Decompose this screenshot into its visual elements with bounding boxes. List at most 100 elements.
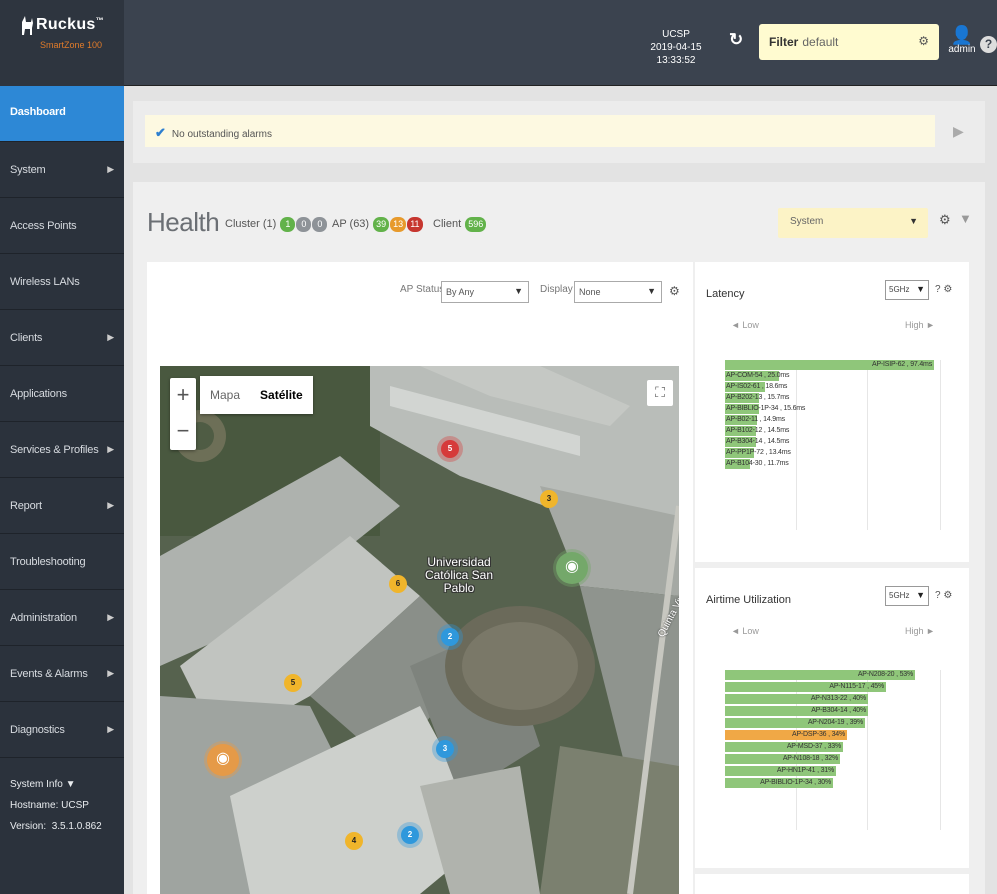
chevron-right-icon: ▶ <box>107 668 114 678</box>
version-value: 3.5.1.0.862 <box>51 821 102 832</box>
chart-bar-label: AP-DSP-36 , 34% <box>791 731 845 738</box>
ap-cluster-marker[interactable]: 3 <box>540 490 558 508</box>
sidebar-item-label: Diagnostics <box>10 723 65 736</box>
display-select[interactable]: None ▼ <box>574 281 662 303</box>
filter-icon[interactable]: ▼ <box>959 211 972 226</box>
chart-bar-label: AP-ISIP-62 , 97.4ms <box>871 361 932 368</box>
ap-cluster-marker[interactable]: 5 <box>284 674 302 692</box>
gear-icon[interactable]: ⚙ <box>943 590 952 601</box>
ap-offline-badge[interactable]: 11 <box>407 217 423 232</box>
sidebar-item-wireless-lans[interactable]: Wireless LANs <box>0 254 124 310</box>
sidebar-item-access-points[interactable]: Access Points <box>0 198 124 254</box>
user-menu[interactable]: 👤 admin <box>948 26 976 55</box>
ap-status-select[interactable]: By Any ▼ <box>441 281 529 303</box>
chart-bar-label: AP-N313-22 , 40% <box>810 695 866 702</box>
sidebar-item-applications[interactable]: Applications <box>0 366 124 422</box>
chart-actions: ? ⚙ <box>935 284 952 295</box>
sidebar-item-clients[interactable]: Clients ▶ <box>0 310 124 366</box>
expand-arrow-icon[interactable]: ▶ <box>953 123 964 140</box>
sidebar-item-events-alarms[interactable]: Events & Alarms ▶ <box>0 646 124 702</box>
chevron-right-icon: ▶ <box>107 164 114 174</box>
gear-icon[interactable]: ⚙ <box>939 212 951 228</box>
wifi-icon[interactable]: ◉ <box>556 552 588 584</box>
sidebar-item-label: Events & Alarms <box>10 667 88 680</box>
chart-bar-label: AP-B202-13 , 15.7ms <box>726 394 790 401</box>
airtime-band-value: 5GHz <box>889 591 910 600</box>
chevron-right-icon: ▶ <box>107 444 114 454</box>
client-stat[interactable]: Client 596 <box>433 217 487 232</box>
brand-logo[interactable]: Ruckus™ SmartZone 100 <box>0 0 124 86</box>
gridline <box>867 360 868 530</box>
cluster-flagged-badge[interactable]: 0 <box>296 217 312 232</box>
user-icon: 👤 <box>950 25 974 45</box>
health-title: Health <box>147 207 220 237</box>
satellite-map[interactable]: + − Mapa Satélite ⛶ Universidad Católica… <box>160 366 679 894</box>
scope-select[interactable]: System ▼ <box>778 208 928 238</box>
version-row: Version: 3.5.1.0.862 <box>10 821 102 832</box>
system-info-toggle[interactable]: System Info ▼ <box>10 774 114 795</box>
brand-subtitle: SmartZone 100 <box>40 40 103 50</box>
sidebar-item-system[interactable]: System ▶ <box>0 142 124 198</box>
sidebar-item-administration[interactable]: Administration ▶ <box>0 590 124 646</box>
sidebar-item-troubleshooting[interactable]: Troubleshooting <box>0 534 124 590</box>
sidebar-item-label: Access Points <box>10 219 77 232</box>
airtime-bar-chart: AP-N208-20 , 53% AP-N115-17 , 45% AP-N313-… <box>725 670 941 830</box>
sidebar-item-label: Clients <box>10 331 43 344</box>
chart-actions: ? ⚙ <box>935 590 952 601</box>
sidebar-item-diagnostics[interactable]: Diagnostics ▶ <box>0 702 124 758</box>
ap-cluster-marker[interactable]: 5 <box>441 440 459 458</box>
refresh-icon[interactable]: ↻ <box>729 31 747 49</box>
sidebar-item-report[interactable]: Report ▶ <box>0 478 124 534</box>
filter-select[interactable]: Filter default ⚙ <box>759 24 939 60</box>
gear-icon[interactable]: ⚙ <box>669 284 680 298</box>
ap-cluster-marker[interactable]: 4 <box>345 832 363 850</box>
help-icon[interactable]: ? <box>935 590 941 601</box>
ap-cluster-marker[interactable]: 3 <box>436 740 454 758</box>
chart-bar-label: AP-N204-19 , 39% <box>807 719 863 726</box>
ap-flagged-badge[interactable]: 13 <box>390 217 407 232</box>
map-type-toggle: Mapa Satélite <box>200 376 313 414</box>
cluster-online-badge[interactable]: 1 <box>280 217 296 232</box>
latency-band-select[interactable]: 5GHz ▼ <box>885 280 929 300</box>
sidebar-item-label: Dashboard <box>10 106 66 118</box>
ap-cluster-marker[interactable]: 6 <box>389 575 407 593</box>
ruckus-dog-icon <box>22 16 33 35</box>
chevron-right-icon: ▶ <box>107 612 114 622</box>
chevron-right-icon: ▶ <box>107 724 114 734</box>
latency-card: Latency 5GHz ▼ ? ⚙ ◄ Low High ► AP-ISIP-… <box>695 262 969 562</box>
chart-bar-label: AP-COM-54 , 25.0ms <box>726 372 790 379</box>
ap-stat[interactable]: AP (63) 39 13 11 <box>332 217 423 232</box>
help-icon[interactable]: ? <box>980 36 997 53</box>
ap-stat-label: AP (63) <box>332 218 370 230</box>
sidebar-item-dashboard[interactable]: Dashboard <box>0 86 124 142</box>
airtime-band-select[interactable]: 5GHz ▼ <box>885 586 929 606</box>
gear-icon[interactable]: ⚙ <box>918 34 929 48</box>
chevron-down-icon: ▼ <box>916 284 925 294</box>
chart-bar-label: AP-B304-14 , 40% <box>811 707 866 714</box>
display-value: None <box>579 287 601 297</box>
ap-cluster-marker[interactable]: 2 <box>441 628 459 646</box>
hostname-row: Hostname: UCSP <box>10 800 89 811</box>
fullscreen-icon[interactable]: ⛶ <box>647 380 673 406</box>
airtime-card: Airtime Utilization 5GHz ▼ ? ⚙ ◄ Low Hig… <box>695 568 969 868</box>
gridline <box>796 360 797 530</box>
display-label: Display <box>540 284 573 295</box>
zoom-in-button[interactable]: + <box>170 378 196 414</box>
ap-online-badge[interactable]: 39 <box>373 217 390 232</box>
high-label: High ► <box>905 626 935 636</box>
map-type-map[interactable]: Mapa <box>200 376 250 414</box>
help-icon[interactable]: ? <box>935 284 941 295</box>
zoom-out-button[interactable]: − <box>170 414 196 450</box>
ap-cluster-marker[interactable]: 2 <box>401 826 419 844</box>
wifi-icon[interactable]: ◉ <box>207 744 239 776</box>
chart-bar-label: AP-HN1P-41 , 31% <box>776 767 834 774</box>
map-type-satellite[interactable]: Satélite <box>250 376 313 414</box>
sidebar-item-services-profiles[interactable]: Services & Profiles ▶ <box>0 422 124 478</box>
cluster-stat[interactable]: Cluster (1) 100 <box>225 217 328 232</box>
latency-title: Latency <box>706 288 745 300</box>
sidebar-item-label: Troubleshooting <box>10 555 86 568</box>
chevron-down-icon: ▼ <box>647 286 656 296</box>
gear-icon[interactable]: ⚙ <box>943 284 952 295</box>
client-count-badge[interactable]: 596 <box>465 217 487 232</box>
cluster-offline-badge[interactable]: 0 <box>312 217 328 232</box>
